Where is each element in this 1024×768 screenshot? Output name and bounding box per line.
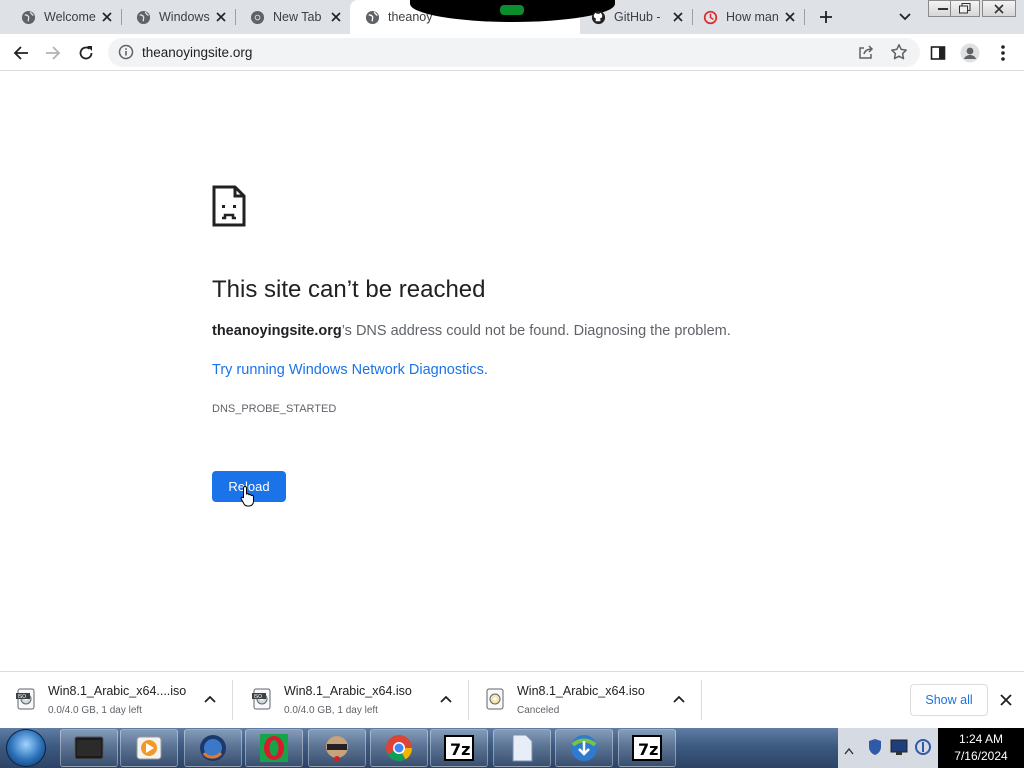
download-status: 0.0/4.0 GB, 1 day left bbox=[284, 705, 378, 716]
close-icon[interactable] bbox=[99, 9, 115, 25]
chrome-icon[interactable] bbox=[370, 729, 428, 767]
error-code: DNS_PROBE_STARTED bbox=[212, 403, 337, 415]
download-shelf: ISO Win8.1_Arabic_x64....iso 0.0/4.0 GB,… bbox=[0, 671, 1024, 728]
tab-strip: Welcome Windows New Tab theanoy GitHub -… bbox=[0, 0, 1024, 34]
system-tray bbox=[838, 728, 938, 768]
clock-date: 7/16/2024 bbox=[954, 749, 1008, 763]
clock-icon bbox=[702, 9, 718, 25]
tab-title: New Tab bbox=[273, 10, 322, 24]
download-filename: Win8.1_Arabic_x64.iso bbox=[284, 684, 412, 698]
terminal-icon[interactable] bbox=[60, 729, 118, 767]
tab-new-tab[interactable]: New Tab bbox=[235, 0, 350, 34]
restore-button[interactable] bbox=[950, 0, 980, 17]
sad-page-icon bbox=[212, 185, 246, 227]
close-icon[interactable] bbox=[670, 9, 686, 25]
7zip-icon[interactable]: 7z bbox=[430, 729, 488, 767]
chrome-icon bbox=[249, 9, 265, 25]
download-item[interactable]: Win8.1_Arabic_x64.iso Canceled bbox=[469, 672, 702, 729]
reload-page-button[interactable] bbox=[73, 40, 99, 66]
firefox-icon[interactable] bbox=[184, 729, 242, 767]
system-clock[interactable]: 1:24 AM 7/16/2024 bbox=[938, 728, 1024, 768]
chevron-up-icon[interactable] bbox=[438, 692, 454, 708]
network-icon[interactable] bbox=[914, 738, 932, 761]
iso-file-icon bbox=[485, 688, 505, 710]
chevron-up-icon[interactable] bbox=[671, 692, 687, 708]
network-diagnostics-link[interactable]: Try running Windows Network Diagnostics bbox=[212, 362, 484, 378]
iso-file-icon: ISO bbox=[252, 688, 272, 710]
file-icon[interactable] bbox=[493, 729, 551, 767]
tab-title: Windows bbox=[159, 10, 210, 24]
download-filename: Win8.1_Arabic_x64.iso bbox=[517, 684, 645, 698]
agent-icon[interactable] bbox=[308, 729, 366, 767]
download-manager-icon[interactable] bbox=[555, 729, 613, 767]
info-icon[interactable] bbox=[118, 44, 134, 60]
hand-cursor-icon bbox=[240, 485, 256, 507]
tab-search-button[interactable] bbox=[895, 8, 915, 26]
github-icon bbox=[590, 9, 606, 25]
url-text[interactable]: theanoyingsite.org bbox=[142, 45, 252, 60]
show-all-button[interactable]: Show all bbox=[910, 684, 988, 716]
close-icon[interactable] bbox=[213, 9, 229, 25]
menu-kebab-icon[interactable] bbox=[990, 40, 1016, 66]
close-icon[interactable] bbox=[328, 9, 344, 25]
show-hidden-icons-icon[interactable] bbox=[844, 742, 854, 760]
new-tab-button[interactable] bbox=[815, 6, 837, 28]
iso-file-icon: ISO bbox=[16, 688, 36, 710]
tab-windows[interactable]: Windows bbox=[121, 0, 236, 34]
close-window-button[interactable] bbox=[982, 0, 1016, 17]
svg-text:7z: 7z bbox=[638, 740, 658, 759]
download-status: Canceled bbox=[517, 705, 560, 716]
media-player-icon[interactable] bbox=[120, 729, 178, 767]
chevron-up-icon[interactable] bbox=[202, 692, 218, 708]
download-item[interactable]: ISO Win8.1_Arabic_x64....iso 0.0/4.0 GB,… bbox=[0, 672, 233, 729]
address-bar[interactable]: theanoyingsite.org bbox=[108, 38, 920, 67]
suggestion: Try running Windows Network Diagnostics. bbox=[212, 362, 488, 378]
tab-title: Welcome bbox=[44, 10, 96, 24]
monitor-icon[interactable] bbox=[890, 738, 908, 761]
error-message: theanoyingsite.org’s DNS address could n… bbox=[212, 323, 731, 339]
share-icon[interactable] bbox=[858, 44, 874, 60]
start-button[interactable] bbox=[6, 729, 46, 767]
svg-text:ISO: ISO bbox=[18, 694, 27, 700]
close-icon[interactable] bbox=[782, 9, 798, 25]
7zip-icon[interactable]: 7z bbox=[618, 729, 676, 767]
bookmark-star-icon[interactable] bbox=[890, 43, 908, 61]
opera-icon[interactable] bbox=[245, 729, 303, 767]
tab-how-many[interactable]: How man bbox=[692, 0, 805, 34]
side-panel-button[interactable] bbox=[925, 40, 951, 66]
tab-welcome[interactable]: Welcome bbox=[0, 0, 122, 34]
tab-title: GitHub - bbox=[614, 10, 661, 24]
shield-icon[interactable] bbox=[868, 738, 882, 761]
clock-time: 1:24 AM bbox=[958, 732, 1004, 746]
forward-button[interactable] bbox=[40, 40, 66, 66]
error-headline: This site can’t be reached bbox=[212, 276, 486, 303]
close-shelf-icon[interactable] bbox=[996, 690, 1016, 710]
download-item[interactable]: ISO Win8.1_Arabic_x64.iso 0.0/4.0 GB, 1 … bbox=[236, 672, 469, 729]
globe-icon bbox=[135, 9, 151, 25]
download-filename: Win8.1_Arabic_x64....iso bbox=[48, 684, 187, 698]
globe-icon bbox=[364, 9, 380, 25]
tab-github[interactable]: GitHub - bbox=[580, 0, 693, 34]
error-message-text: ’s DNS address could not be found. Diagn… bbox=[341, 323, 731, 339]
profile-avatar[interactable] bbox=[957, 40, 983, 66]
download-status: 0.0/4.0 GB, 1 day left bbox=[48, 705, 142, 716]
back-button[interactable] bbox=[8, 40, 34, 66]
taskbar: 7z 7z 1:24 AM 7/16/2024 bbox=[0, 728, 1024, 768]
browser-toolbar: theanoyingsite.org bbox=[0, 34, 1024, 71]
svg-text:ISO: ISO bbox=[254, 694, 263, 700]
tab-title: How man bbox=[726, 10, 778, 24]
globe-icon bbox=[20, 9, 36, 25]
error-host: theanoyingsite.org bbox=[212, 323, 342, 339]
svg-text:7z: 7z bbox=[450, 740, 470, 759]
